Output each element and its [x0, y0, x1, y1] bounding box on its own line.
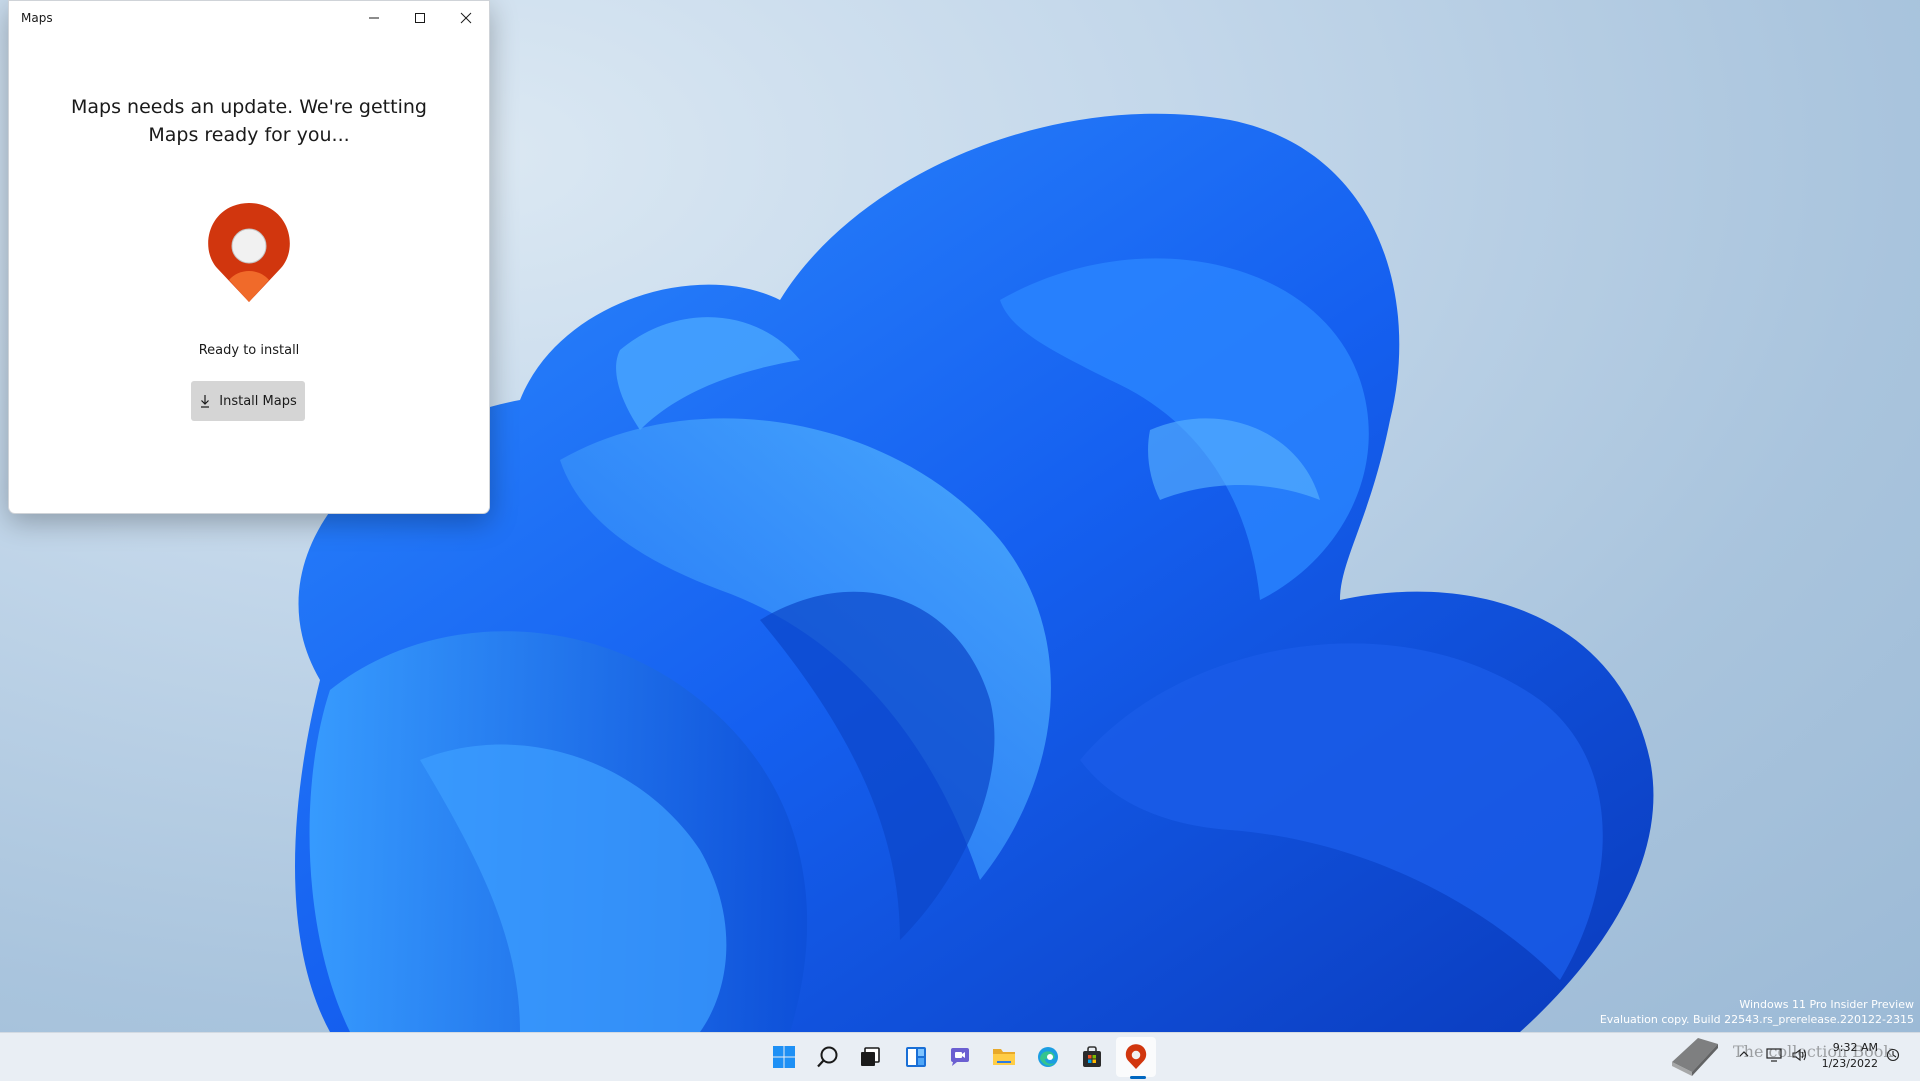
- install-maps-label: Install Maps: [219, 393, 297, 409]
- download-icon: [201, 395, 210, 408]
- edge-icon: [1038, 1047, 1058, 1067]
- close-icon: [460, 12, 472, 24]
- chat-button[interactable]: [940, 1037, 980, 1077]
- install-status-text: Ready to install: [198, 343, 300, 358]
- maps-window: Maps Maps needs an update. We're getting…: [8, 0, 490, 514]
- maximize-icon: [415, 13, 425, 23]
- watermark-edition: Windows 11 Pro Insider Preview: [1739, 998, 1914, 1011]
- notifications-button[interactable]: [1886, 1048, 1900, 1062]
- widgets-icon: [906, 1047, 926, 1067]
- chat-icon: [951, 1048, 969, 1066]
- maps-icon: [1125, 1044, 1147, 1069]
- focus-assist-icon: [1886, 1048, 1900, 1062]
- maps-active-indicator: [1130, 1076, 1146, 1079]
- maps-taskbar-button[interactable]: [1116, 1037, 1156, 1077]
- start-icon: [773, 1046, 795, 1068]
- search-button[interactable]: [808, 1037, 848, 1077]
- update-message: Maps needs an update. We're getting Maps…: [71, 96, 427, 146]
- show-hidden-icons-button[interactable]: [1738, 1048, 1750, 1060]
- network-button[interactable]: [1766, 1048, 1782, 1062]
- minimize-button[interactable]: [351, 1, 397, 35]
- store-button[interactable]: [1072, 1037, 1112, 1077]
- store-icon: [1083, 1046, 1101, 1067]
- clock-time[interactable]: 9:32 AM: [1798, 1041, 1878, 1054]
- edge-button[interactable]: [1028, 1037, 1068, 1077]
- widgets-button[interactable]: [896, 1037, 936, 1077]
- start-button[interactable]: [764, 1037, 804, 1077]
- task-view-button[interactable]: [850, 1037, 890, 1077]
- watermark-build: Evaluation copy. Build 22543.rs_prerelea…: [1599, 1013, 1914, 1026]
- install-maps-button[interactable]: Install Maps: [191, 381, 305, 421]
- file-explorer-icon: [993, 1049, 1015, 1065]
- book-logo-icon: [1672, 1038, 1718, 1076]
- title-bar[interactable]: Maps: [9, 1, 489, 35]
- search-icon: [817, 1046, 838, 1068]
- maps-logo-icon: [208, 203, 290, 302]
- task-view-icon: [861, 1047, 880, 1066]
- file-explorer-button[interactable]: [984, 1037, 1024, 1077]
- minimize-icon: [369, 17, 379, 19]
- close-button[interactable]: [443, 1, 489, 35]
- monitor-network-icon: [1766, 1048, 1782, 1062]
- maximize-button[interactable]: [397, 1, 443, 35]
- window-title: Maps: [21, 11, 53, 25]
- clock-date[interactable]: 1/23/2022: [1798, 1057, 1878, 1070]
- taskbar: [0, 1032, 1920, 1081]
- chevron-up-icon: [1739, 1051, 1749, 1057]
